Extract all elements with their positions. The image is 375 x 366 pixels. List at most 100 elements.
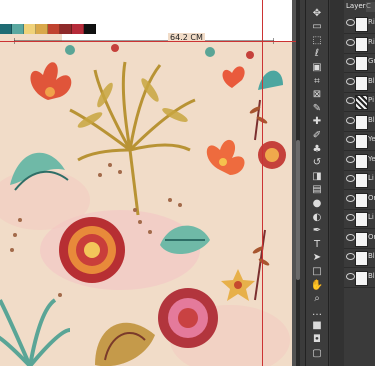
visibility-eye-icon[interactable]: [346, 272, 355, 280]
visibility-eye-icon[interactable]: [346, 77, 355, 85]
layer-row[interactable]: Bl: [344, 268, 375, 288]
move-tool-icon[interactable]: ✥: [309, 6, 325, 20]
color-swatch: [36, 24, 48, 34]
layer-thumbnail: [355, 212, 368, 227]
shape-tool-icon[interactable]: □: [309, 264, 325, 278]
layer-thumbnail: [355, 153, 368, 169]
layer-row[interactable]: Bl: [344, 248, 375, 268]
frame-tool-icon[interactable]: ⊠: [309, 88, 325, 102]
visibility-eye-icon[interactable]: [346, 253, 355, 260]
layer-row[interactable]: Ye: [344, 151, 375, 171]
layer-thumbnail: [355, 114, 368, 130]
history-brush-icon[interactable]: ↺: [309, 156, 325, 170]
layer-row[interactable]: Ri: [344, 14, 375, 34]
layer-row[interactable]: Li: [344, 209, 375, 229]
layer-row[interactable]: Gr: [344, 53, 375, 73]
gradient-tool-icon[interactable]: ▤: [309, 183, 325, 197]
layer-thumbnail: [355, 173, 368, 188]
color-swatch: [48, 24, 60, 34]
color-swatches-icon[interactable]: ■: [309, 319, 325, 333]
layer-thumbnail: [355, 231, 368, 247]
path-select-icon[interactable]: ➤: [309, 251, 325, 265]
layer-row[interactable]: Ri: [344, 34, 375, 54]
layer-row[interactable]: Ye: [344, 131, 375, 151]
visibility-eye-icon[interactable]: [346, 175, 355, 182]
guide-vertical[interactable]: [262, 0, 263, 366]
visibility-eye-icon[interactable]: [346, 214, 355, 221]
layer-row[interactable]: Bl: [344, 73, 375, 93]
layer-thumbnail: [355, 270, 368, 286]
visibility-eye-icon[interactable]: [346, 97, 355, 104]
layer-name: Ri: [368, 18, 375, 26]
color-swatch: [84, 24, 96, 34]
layer-row[interactable]: Or: [344, 229, 375, 249]
eraser-tool-icon[interactable]: ◨: [309, 169, 325, 183]
layer-thumbnail: [355, 192, 368, 208]
lasso-tool-icon[interactable]: ℓ: [309, 47, 325, 61]
marquee-tool-icon[interactable]: ⬚: [309, 33, 325, 47]
layer-name: Bl: [368, 76, 375, 85]
visibility-eye-icon[interactable]: [346, 155, 355, 163]
visibility-eye-icon[interactable]: [346, 233, 355, 241]
canvas-top-area: [0, 0, 62, 24]
visibility-eye-icon[interactable]: [346, 136, 355, 143]
zoom-tool-icon[interactable]: ⌕: [309, 292, 325, 306]
type-tool-icon[interactable]: T: [309, 237, 325, 251]
hand-tool-icon[interactable]: ✋: [309, 278, 325, 292]
eyedropper-tool-icon[interactable]: ✎: [309, 101, 325, 115]
visibility-eye-icon[interactable]: [346, 38, 355, 46]
object-select-icon[interactable]: ▣: [309, 60, 325, 74]
layer-name: Pi: [368, 96, 375, 104]
visibility-eye-icon[interactable]: [346, 58, 355, 65]
visibility-eye-icon[interactable]: [346, 116, 355, 124]
layer-thumbnail: [355, 134, 368, 149]
layer-name: Or: [368, 232, 375, 241]
brush-tool-icon[interactable]: ✐: [309, 128, 325, 142]
layer-name: Bl: [368, 252, 375, 260]
dodge-tool-icon[interactable]: ◐: [309, 210, 325, 224]
layer-name: Gr: [368, 57, 375, 65]
color-swatch-strip: [0, 24, 96, 34]
layer-name: Ye: [368, 154, 375, 163]
layer-name: Li: [368, 213, 374, 221]
color-swatch: [12, 24, 24, 34]
healing-brush-icon[interactable]: ✚: [309, 115, 325, 129]
color-swatch: [24, 24, 36, 34]
layer-thumbnail: [355, 75, 368, 91]
color-swatch: [0, 24, 12, 34]
panel-dock-strip[interactable]: [330, 0, 345, 366]
edit-toolbar-icon[interactable]: …: [309, 305, 325, 319]
artboard-tool-icon[interactable]: ▭: [309, 20, 325, 34]
clone-stamp-icon[interactable]: ♣: [309, 142, 325, 156]
visibility-eye-icon[interactable]: [346, 19, 355, 26]
layer-thumbnail: [355, 95, 368, 110]
layer-thumbnail: [355, 251, 368, 266]
artboard[interactable]: 64.2 CM: [0, 0, 292, 366]
layer-name: Or: [368, 193, 375, 202]
layer-row[interactable]: Bl: [344, 112, 375, 132]
layer-thumbnail: [355, 17, 368, 32]
crop-tool-icon[interactable]: ⌗: [309, 74, 325, 88]
blur-tool-icon[interactable]: ●: [309, 196, 325, 210]
visibility-eye-icon[interactable]: [346, 194, 355, 202]
layer-name: Ye: [368, 135, 375, 143]
layer-name: Bl: [368, 115, 375, 124]
layers-panel: Layers C Ri Ri Gr Bl Pi Bl Ye Ye Li Or Li Or Bl Bl: [344, 0, 375, 366]
document-canvas[interactable]: 64.2 CM: [0, 0, 300, 366]
layer-row[interactable]: Li: [344, 170, 375, 190]
color-swatch: [72, 24, 84, 34]
scrollbar-thumb[interactable]: [296, 140, 300, 280]
tools-panel: ✥ ▭ ⬚ ℓ ▣ ⌗ ⊠ ✎ ✚ ✐ ♣ ↺ ◨ ▤ ● ◐ ✒ T ➤ □ ✋ ⌕… ■ ◘ ▢: [305, 0, 329, 366]
guide-horizontal[interactable]: [0, 41, 300, 42]
tab-channels[interactable]: C: [366, 2, 375, 12]
layer-thumbnail: [355, 36, 368, 52]
layer-name: Ri: [368, 37, 375, 46]
screen-mode-icon[interactable]: ▢: [309, 346, 325, 360]
layer-row[interactable]: Or: [344, 190, 375, 210]
layer-row[interactable]: Pi: [344, 92, 375, 112]
floral-pattern-artwork: [0, 44, 290, 366]
pen-tool-icon[interactable]: ✒: [309, 224, 325, 238]
color-swatch: [60, 24, 72, 34]
quick-mask-icon[interactable]: ◘: [309, 332, 325, 346]
layer-name: Li: [368, 174, 374, 182]
